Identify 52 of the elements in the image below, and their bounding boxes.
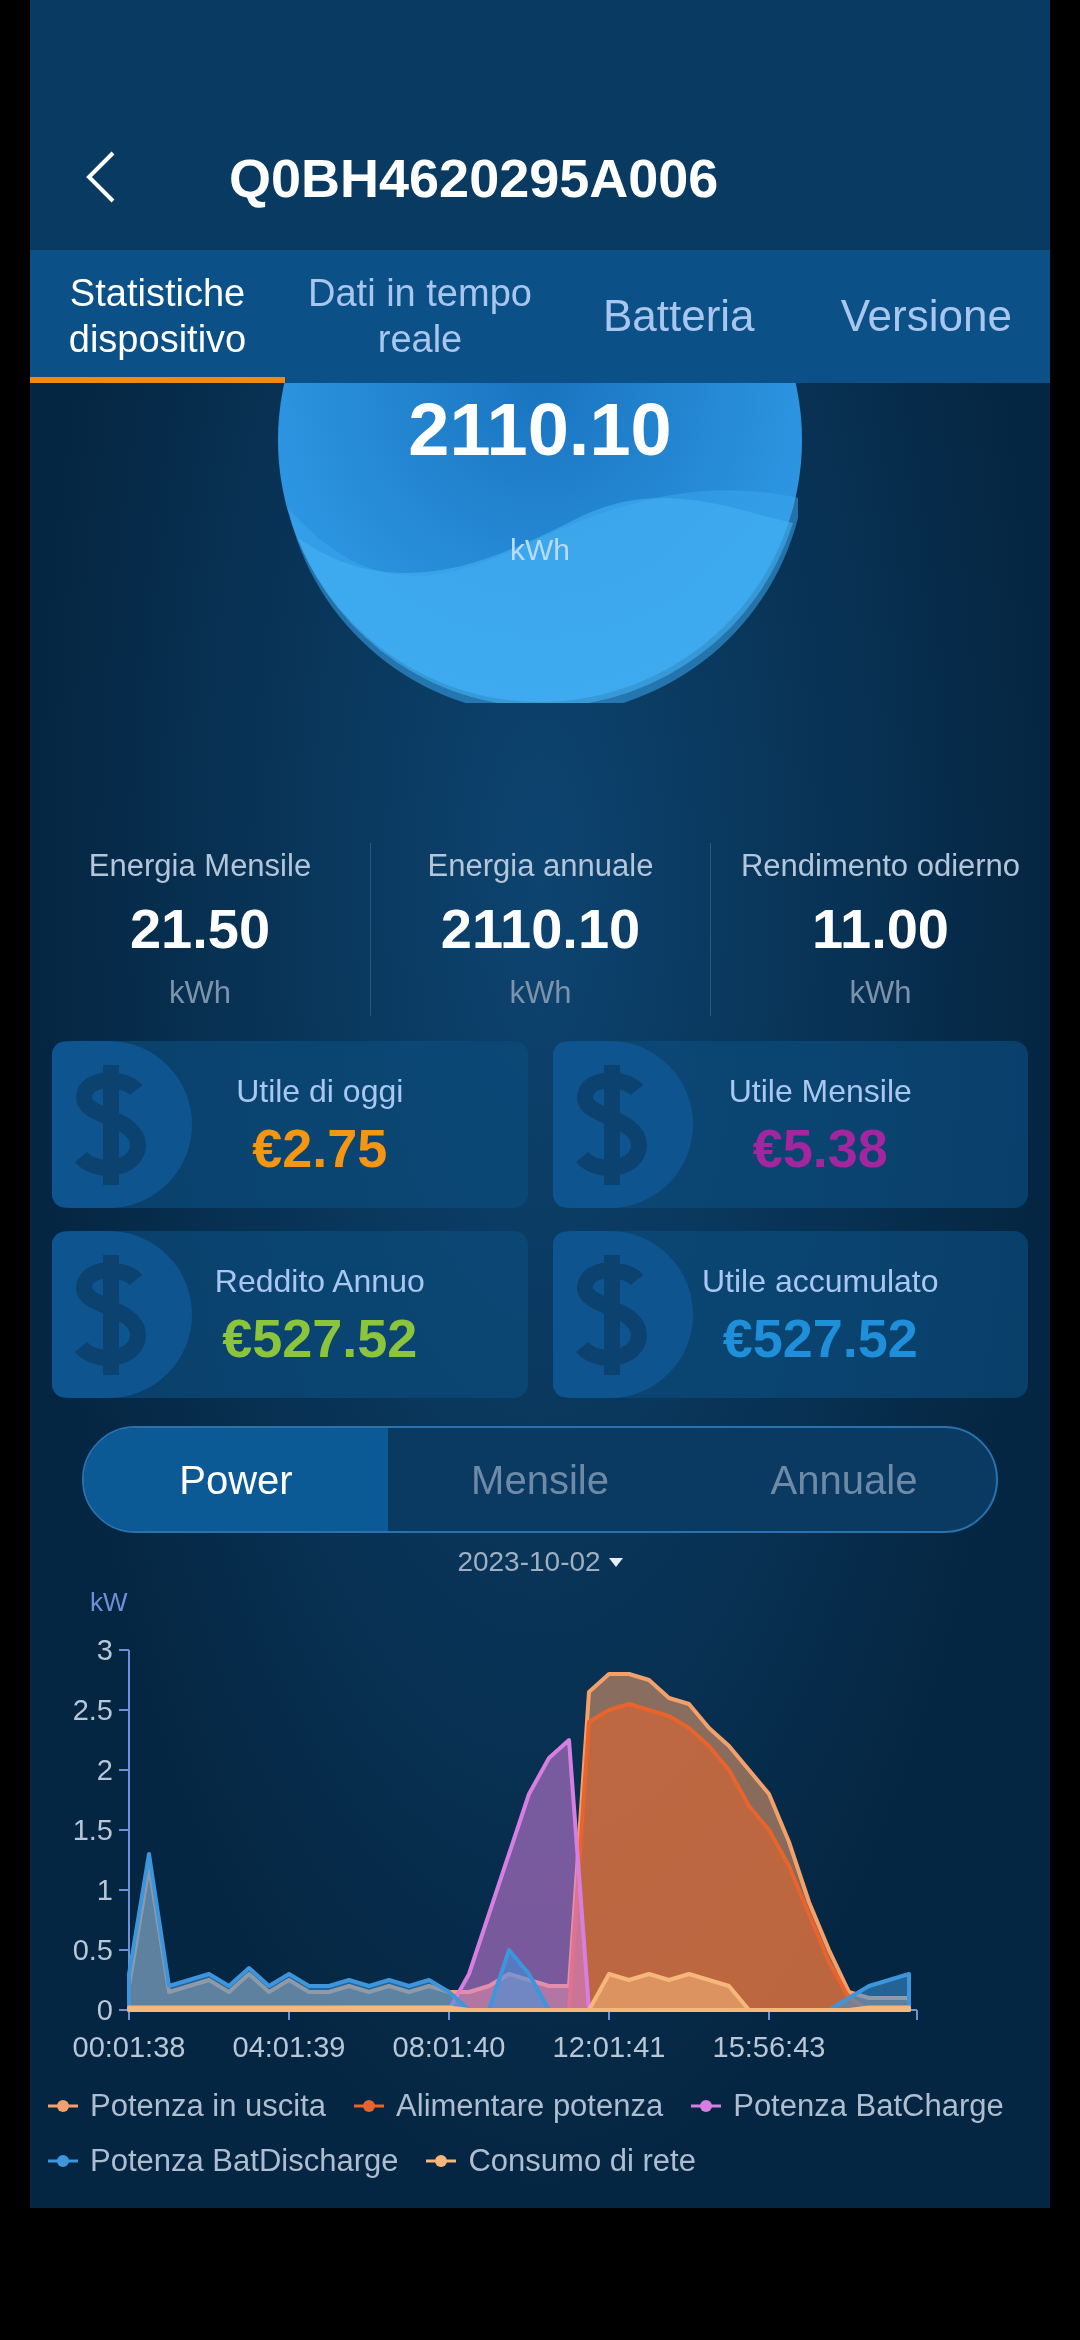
legend-marker-icon bbox=[354, 2099, 385, 2114]
tab[interactable]: Statistiche dispositivo bbox=[30, 250, 285, 383]
segment-tab[interactable]: Annuale bbox=[692, 1428, 996, 1531]
axis-label: 00:01:38 bbox=[72, 2031, 186, 2063]
tab[interactable]: Dati in tempo reale bbox=[285, 250, 555, 383]
legend-label: Potenza in uscita bbox=[90, 2087, 327, 2125]
stat-label: Energia annuale bbox=[427, 847, 654, 885]
axis-label: 15:56:43 bbox=[712, 2031, 826, 2063]
segment-tab[interactable]: Power bbox=[84, 1428, 388, 1531]
card-label: Utile accumulato bbox=[700, 1261, 939, 1301]
card-label: Utile Mensile bbox=[727, 1071, 912, 1111]
card-label: Reddito Annuo bbox=[213, 1261, 425, 1301]
back-icon[interactable] bbox=[85, 149, 117, 205]
unit-label: kWh bbox=[509, 973, 572, 1012]
segment-tab[interactable]: Mensile bbox=[388, 1428, 692, 1531]
unit-label: kWh bbox=[169, 973, 231, 1012]
tab[interactable]: Versione bbox=[802, 250, 1050, 383]
card-value: €527.52 bbox=[721, 1306, 918, 1370]
legend-label: Alimentare potenza bbox=[396, 2087, 664, 2125]
legend-label: Potenza BatDischarge bbox=[90, 2141, 399, 2180]
date-picker[interactable]: 2023-10-02 bbox=[457, 1541, 601, 1583]
axis-label: 3 bbox=[96, 1634, 113, 1666]
card-value: €527.52 bbox=[221, 1306, 418, 1370]
card-value: €5.38 bbox=[751, 1116, 888, 1180]
axis-label: 04:01:39 bbox=[232, 2031, 346, 2063]
unit-label: kWh bbox=[510, 532, 570, 568]
card-value: €2.75 bbox=[251, 1116, 388, 1180]
legend-label: Consumo di rete bbox=[468, 2141, 696, 2180]
axis-label: 2 bbox=[96, 1754, 113, 1786]
stat-label: Energia Mensile bbox=[88, 847, 312, 885]
axis-label: 1.5 bbox=[72, 1814, 113, 1846]
axis-title: kW bbox=[90, 1586, 128, 1619]
legend-marker-icon bbox=[426, 2153, 457, 2168]
axis-label: 0 bbox=[96, 1994, 113, 2026]
stat-label: Rendimento odierno bbox=[740, 847, 1021, 885]
legend-marker-icon bbox=[48, 2099, 78, 2114]
axis-label: 2.5 bbox=[72, 1694, 113, 1726]
axis-label: 12:01:41 bbox=[552, 2031, 666, 2063]
legend-marker-icon bbox=[48, 2153, 78, 2168]
unit-label: kWh bbox=[849, 973, 912, 1012]
stat-value: 21.50 bbox=[129, 895, 271, 962]
legend-label: Potenza BatCharge bbox=[733, 2087, 1004, 2125]
total-value: 2110.10 bbox=[408, 393, 672, 467]
tab[interactable]: Batteria bbox=[555, 250, 803, 383]
card-label: Utile di oggi bbox=[235, 1071, 404, 1111]
caret-icon[interactable] bbox=[608, 1557, 623, 1567]
axis-label: 08:01:40 bbox=[392, 2031, 506, 2063]
axis-label: 0.5 bbox=[72, 1934, 113, 1966]
stat-value: 11.00 bbox=[811, 895, 949, 962]
legend-marker-icon bbox=[691, 2099, 722, 2114]
stat-value: 2110.10 bbox=[440, 895, 641, 962]
axis-label: 1 bbox=[96, 1874, 113, 1906]
